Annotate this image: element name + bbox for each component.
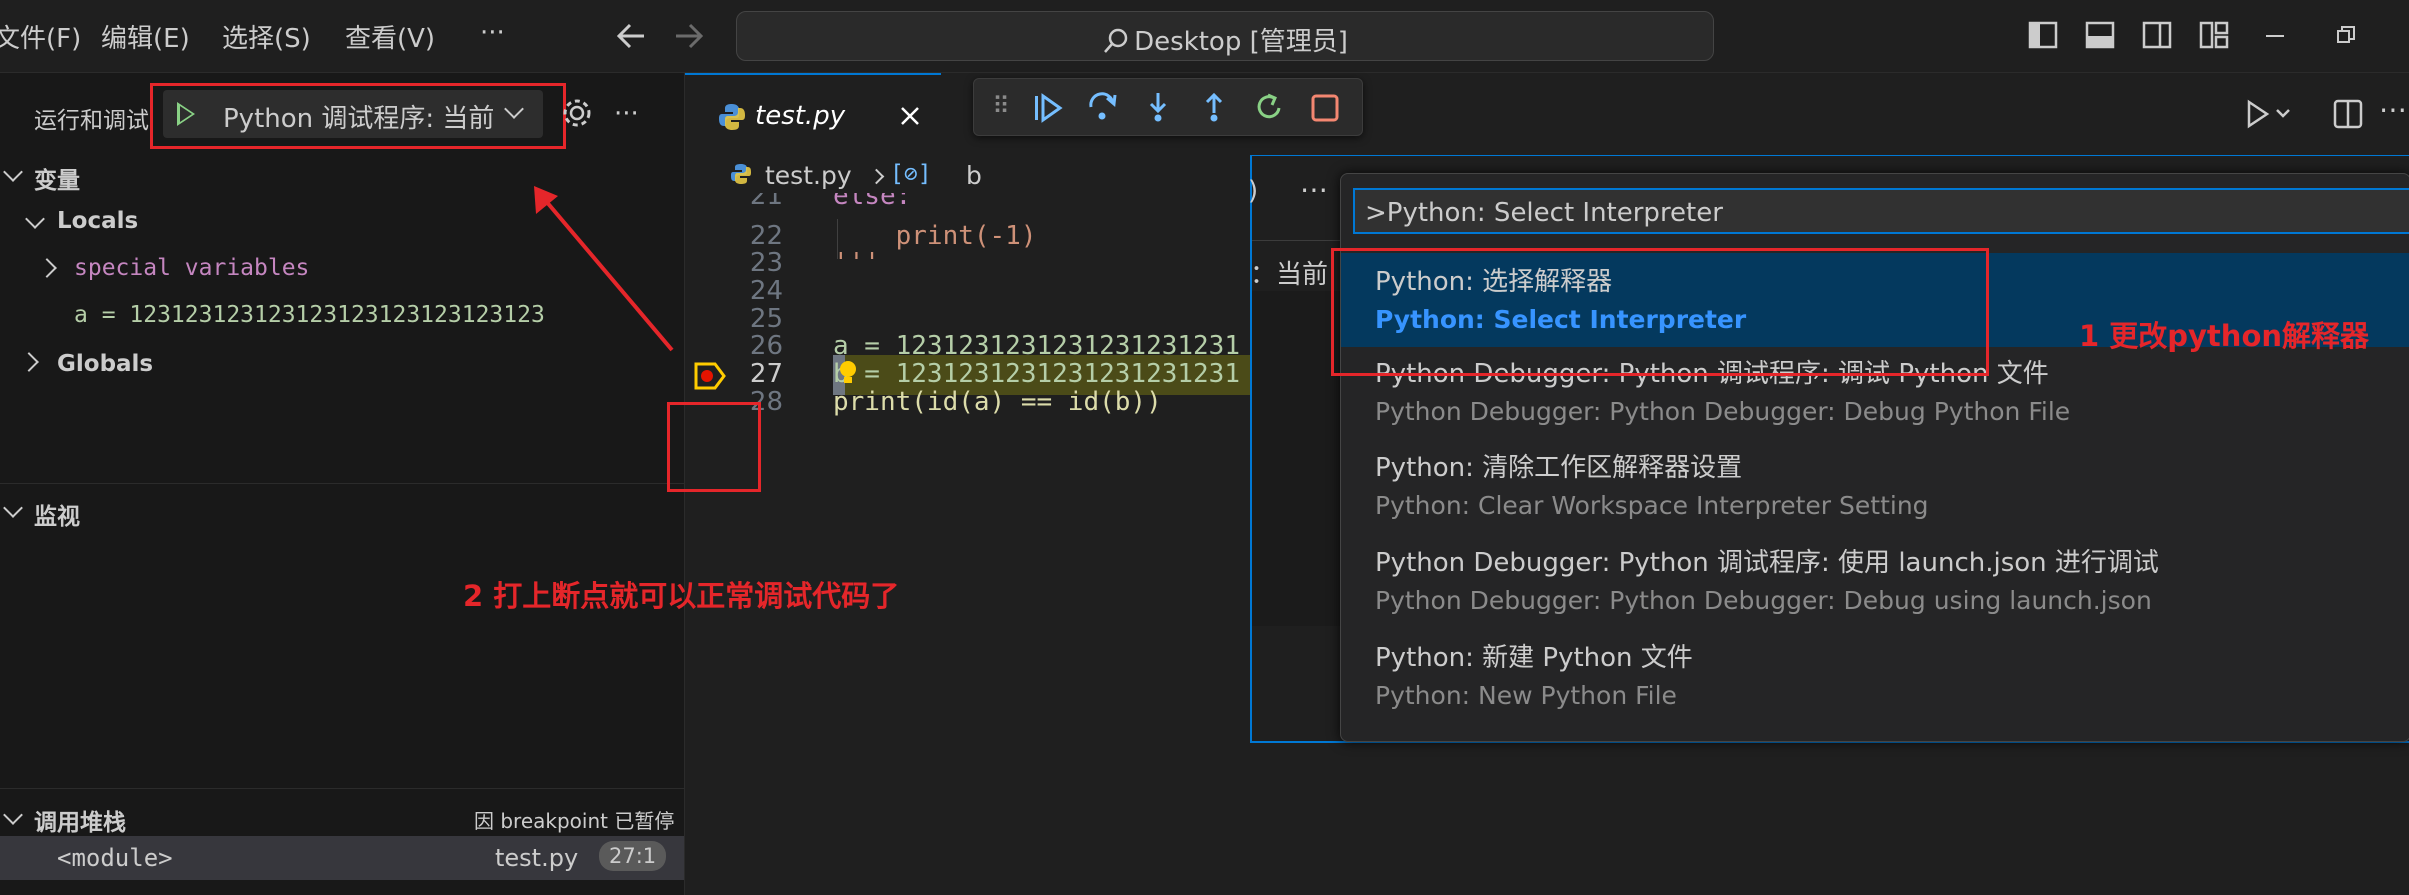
chevron-down-icon[interactable] [3, 498, 23, 518]
close-icon[interactable] [899, 105, 921, 127]
continue-icon[interactable] [1032, 93, 1064, 123]
quickpick-item-clear-interpreter[interactable]: Python: 清除工作区解释器设置 Python: Clear Workspa… [1341, 439, 2409, 533]
code-line: print(-1) [833, 221, 1037, 251]
scope-locals[interactable]: Locals [57, 208, 138, 234]
frame-file: test.py [495, 844, 579, 872]
toggle-panel-icon[interactable] [2085, 21, 2115, 49]
paused-status: 因 breakpoint 已暂停 [474, 809, 675, 833]
annotation-box-interpreter [1331, 248, 1989, 376]
quickpick-item-label: Python: 清除工作区解释器设置 [1375, 453, 1743, 483]
python-file-icon [731, 164, 751, 184]
menu-file[interactable]: 文件(F) [0, 18, 81, 55]
toggle-secondary-sidebar-icon[interactable] [2142, 21, 2172, 49]
peek-close-fragment[interactable]: ) [1248, 176, 1258, 206]
gear-icon[interactable] [561, 97, 593, 129]
step-out-icon[interactable] [1198, 91, 1230, 123]
command-center[interactable]: Desktop [管理员] [736, 11, 1714, 61]
code-line: ''' [833, 248, 880, 278]
annotation-arrow [534, 186, 674, 352]
section-divider [0, 788, 684, 789]
sidebar-more-button[interactable]: ··· [614, 99, 639, 129]
quickpick-item-new-file[interactable]: Python: 新建 Python 文件 Python: New Python … [1341, 629, 2409, 723]
line-number: 23 [749, 248, 783, 278]
breadcrumb-symbol[interactable]: b [966, 161, 982, 190]
search-icon [1104, 28, 1128, 53]
editor-more-icon[interactable]: ⋯ [2379, 93, 2407, 126]
stop-icon[interactable] [1310, 93, 1340, 123]
section-variables[interactable]: 变量 [34, 161, 80, 195]
chevron-right-icon[interactable] [19, 352, 39, 372]
breadcrumb: test.py [⊘] b [729, 157, 1229, 193]
chevron-down-icon[interactable] [3, 805, 23, 825]
toggle-primary-sidebar-icon[interactable] [2028, 21, 2058, 49]
forward-arrow-icon[interactable] [672, 20, 706, 52]
quickpick-item-label: Python Debugger: Python 调试程序: 使用 launch.… [1375, 548, 2159, 578]
command-palette-query: >Python: Select Interpreter [1365, 198, 1723, 228]
annotation-box-config [150, 83, 566, 149]
peek-body [1252, 291, 1342, 626]
sidebar-title: 运行和调试 [34, 108, 149, 134]
command-center-label: Desktop [管理员] [1134, 27, 1348, 57]
breadcrumb-file[interactable]: test.py [765, 161, 852, 190]
back-arrow-icon[interactable] [614, 20, 648, 52]
menu-edit[interactable]: 编辑(E) [101, 18, 190, 55]
line-number: 24 [749, 276, 783, 306]
quickpick-item-debug-launch[interactable]: Python Debugger: Python 调试程序: 使用 launch.… [1341, 534, 2409, 628]
breakpoint-current-icon[interactable] [693, 361, 727, 391]
line-number: 26 [749, 331, 783, 361]
line-number: 22 [749, 221, 783, 251]
customize-layout-icon[interactable] [2199, 21, 2229, 49]
split-editor-icon[interactable] [2333, 99, 2363, 129]
title-bar: 文件(F) 编辑(E) 选择(S) 查看(V) ··· Desktop [管理员… [0, 0, 2409, 73]
section-divider [0, 483, 684, 484]
section-watch[interactable]: 监视 [34, 497, 80, 531]
peek-config-fragment: ：当前 [1250, 260, 1329, 290]
code-line: else: [833, 193, 912, 211]
step-over-icon[interactable] [1086, 91, 1118, 123]
section-call-stack[interactable]: 调用堆栈 [34, 803, 126, 837]
code-line-current: b = 1231231231231231231231 [833, 359, 1240, 389]
quickpick-item-detail: Python Debugger: Python Debugger: Debug … [1375, 397, 2071, 426]
line-number: 21 [749, 193, 783, 211]
quickpick-item-label: Python: 新建 Python 文件 [1375, 643, 1693, 673]
step-into-icon[interactable] [1142, 91, 1174, 123]
code-line: a = 1231231231231231231231 [833, 331, 1240, 361]
frame-position-badge: 27:1 [599, 841, 667, 871]
run-icon[interactable] [2245, 99, 2295, 129]
drag-handle-icon[interactable]: ⠿ [986, 91, 1016, 121]
variable-a[interactable]: a = 123123123123123123123123123123 [74, 302, 545, 328]
scope-globals[interactable]: Globals [57, 351, 153, 377]
minimize-icon[interactable] [2265, 33, 2285, 39]
menu-more[interactable]: ··· [480, 18, 505, 48]
call-stack-frame[interactable]: <module> test.py 27:1 [0, 836, 684, 880]
frame-name: <module> [57, 844, 173, 872]
code-line: print(id(a) == id(b)) [833, 387, 1162, 417]
peek-more-icon[interactable]: ⋯ [1300, 173, 1328, 206]
annotation-breakpoint-text: 2 打上断点就可以正常调试代码了 [463, 579, 900, 613]
lightbulb-icon[interactable] [837, 359, 859, 387]
line-number: 25 [749, 304, 783, 334]
chevron-right-icon[interactable] [37, 258, 57, 278]
peek-divider [1252, 240, 1342, 241]
quickpick-item-detail: Python: New Python File [1375, 681, 1677, 710]
menu-view[interactable]: 查看(V) [345, 18, 435, 55]
tab-label: test.py [755, 101, 846, 131]
quickpick-item-detail: Python: Clear Workspace Interpreter Sett… [1375, 491, 1929, 520]
restart-icon[interactable] [1254, 91, 1286, 123]
menu-selection[interactable]: 选择(S) [222, 18, 311, 55]
special-variables[interactable]: special variables [74, 255, 309, 281]
annotation-interpreter-text: 1 更改python解释器 [2079, 319, 2370, 353]
quickpick-item-detail: Python Debugger: Python Debugger: Debug … [1375, 586, 2152, 615]
chevron-right-icon [868, 168, 885, 185]
annotation-box-breakpoint [667, 402, 761, 492]
restore-icon[interactable] [2336, 25, 2356, 45]
variable-icon: [⊘] [890, 161, 932, 187]
python-file-icon [719, 104, 745, 130]
command-palette-input[interactable]: >Python: Select Interpreter [1353, 188, 2409, 234]
chevron-down-icon[interactable] [25, 209, 45, 229]
debug-toolbar: ⠿ [973, 78, 1363, 136]
tab-test-py[interactable]: test.py [685, 73, 941, 157]
chevron-down-icon[interactable] [3, 162, 23, 182]
